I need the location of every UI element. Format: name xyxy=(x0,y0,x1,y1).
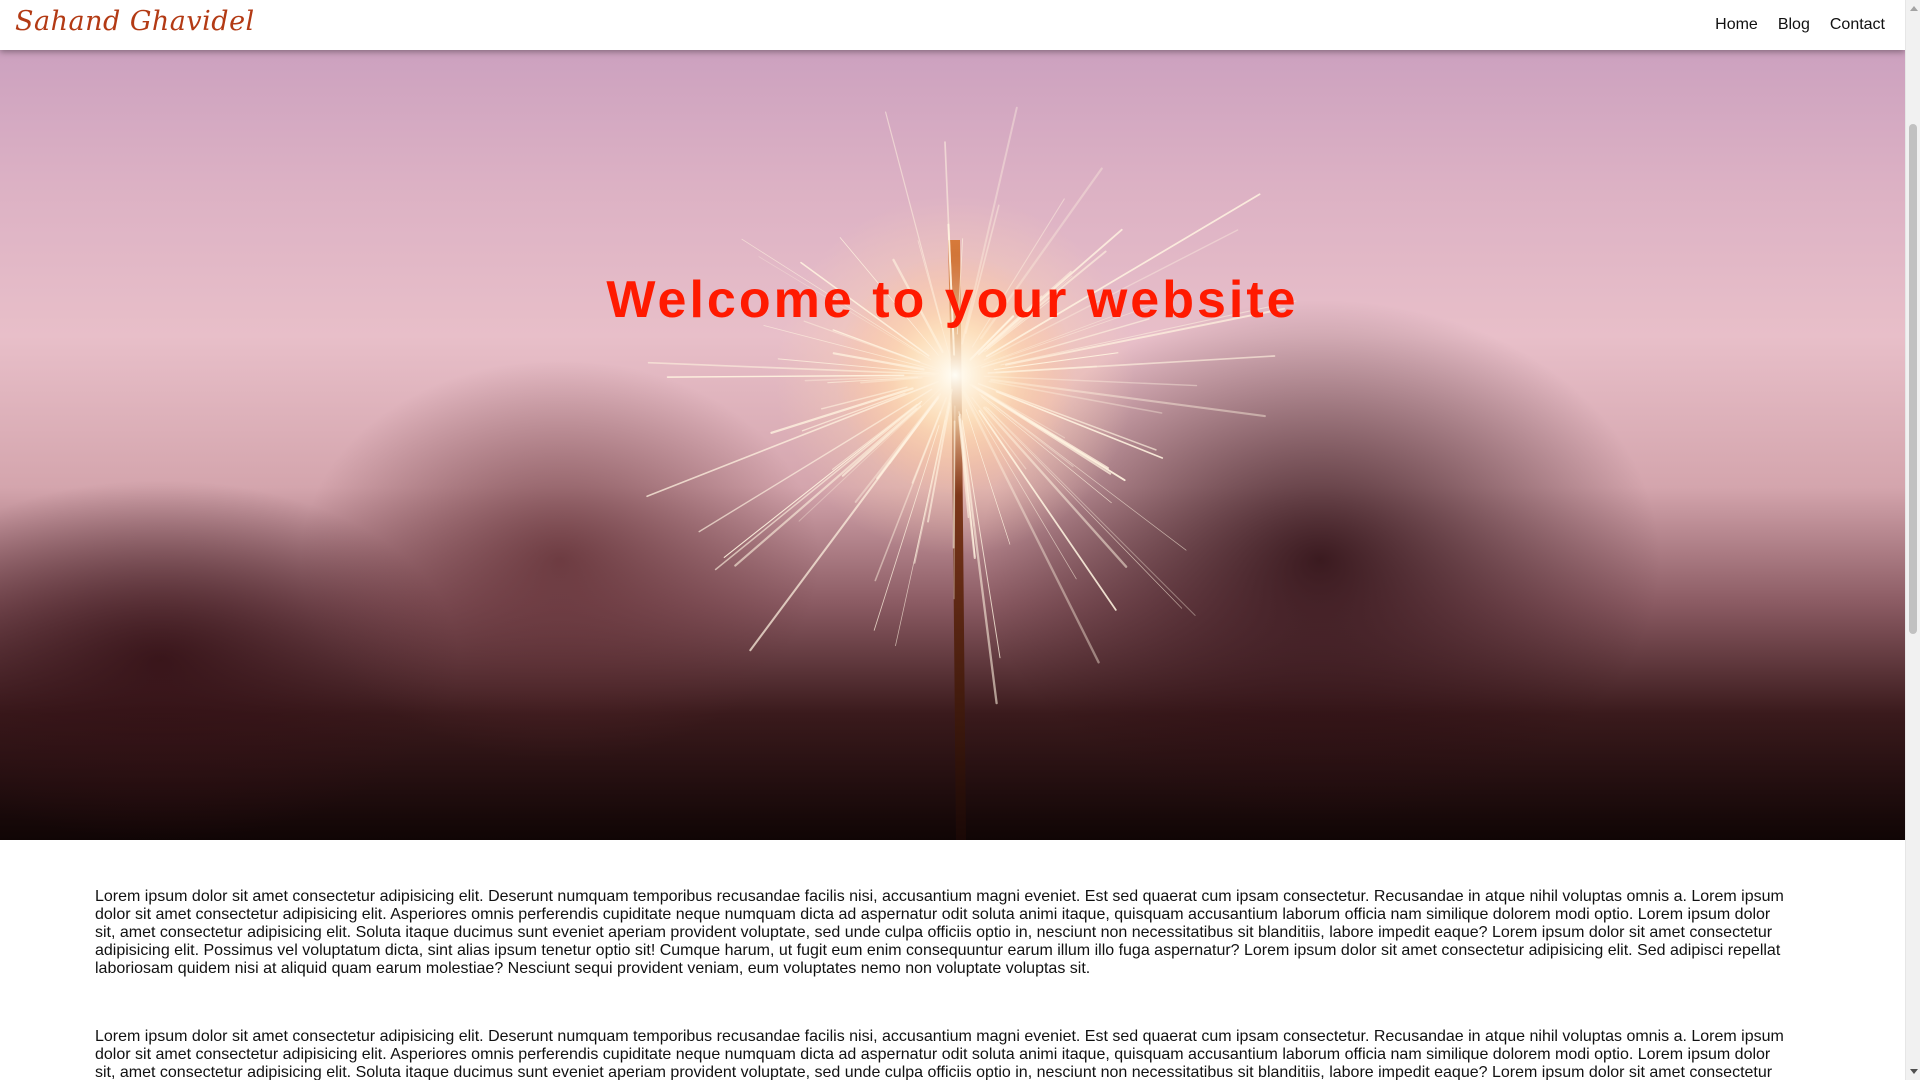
nav-link-home[interactable]: Home xyxy=(1715,16,1758,34)
content-paragraph: Lorem ipsum dolor sit amet consectetur a… xyxy=(95,1028,1784,1080)
nav-links: Home Blog Contact xyxy=(1705,0,1895,50)
spark-ray xyxy=(749,397,939,652)
navbar: Sahand Ghavidel Home Blog Contact xyxy=(0,0,1905,50)
main-content: Lorem ipsum dolor sit amet consectetur a… xyxy=(95,888,1795,1080)
spark-ray xyxy=(734,407,918,567)
hero-banner: Welcome to your website xyxy=(0,0,1905,840)
nav-link-contact[interactable]: Contact xyxy=(1830,16,1885,34)
site-logo[interactable]: Sahand Ghavidel xyxy=(15,6,255,37)
spark-ray xyxy=(985,406,1183,609)
chevron-down-icon[interactable] xyxy=(1906,1064,1920,1080)
nav-link-blog[interactable]: Blog xyxy=(1778,16,1810,34)
vertical-scrollbar[interactable] xyxy=(1905,0,1920,1080)
content-paragraph: Lorem ipsum dolor sit amet consectetur a… xyxy=(95,888,1784,977)
sparkler-image xyxy=(646,106,1297,840)
spark-ray xyxy=(987,407,1196,616)
page: Welcome to your website Sahand Ghavidel … xyxy=(0,0,1920,1080)
spark-ray xyxy=(723,400,923,558)
chevron-up-icon[interactable] xyxy=(1906,0,1920,16)
hero-title: Welcome to your website xyxy=(606,271,1299,329)
spark-ray xyxy=(952,420,956,549)
scrollbar-thumb[interactable] xyxy=(1909,124,1917,634)
